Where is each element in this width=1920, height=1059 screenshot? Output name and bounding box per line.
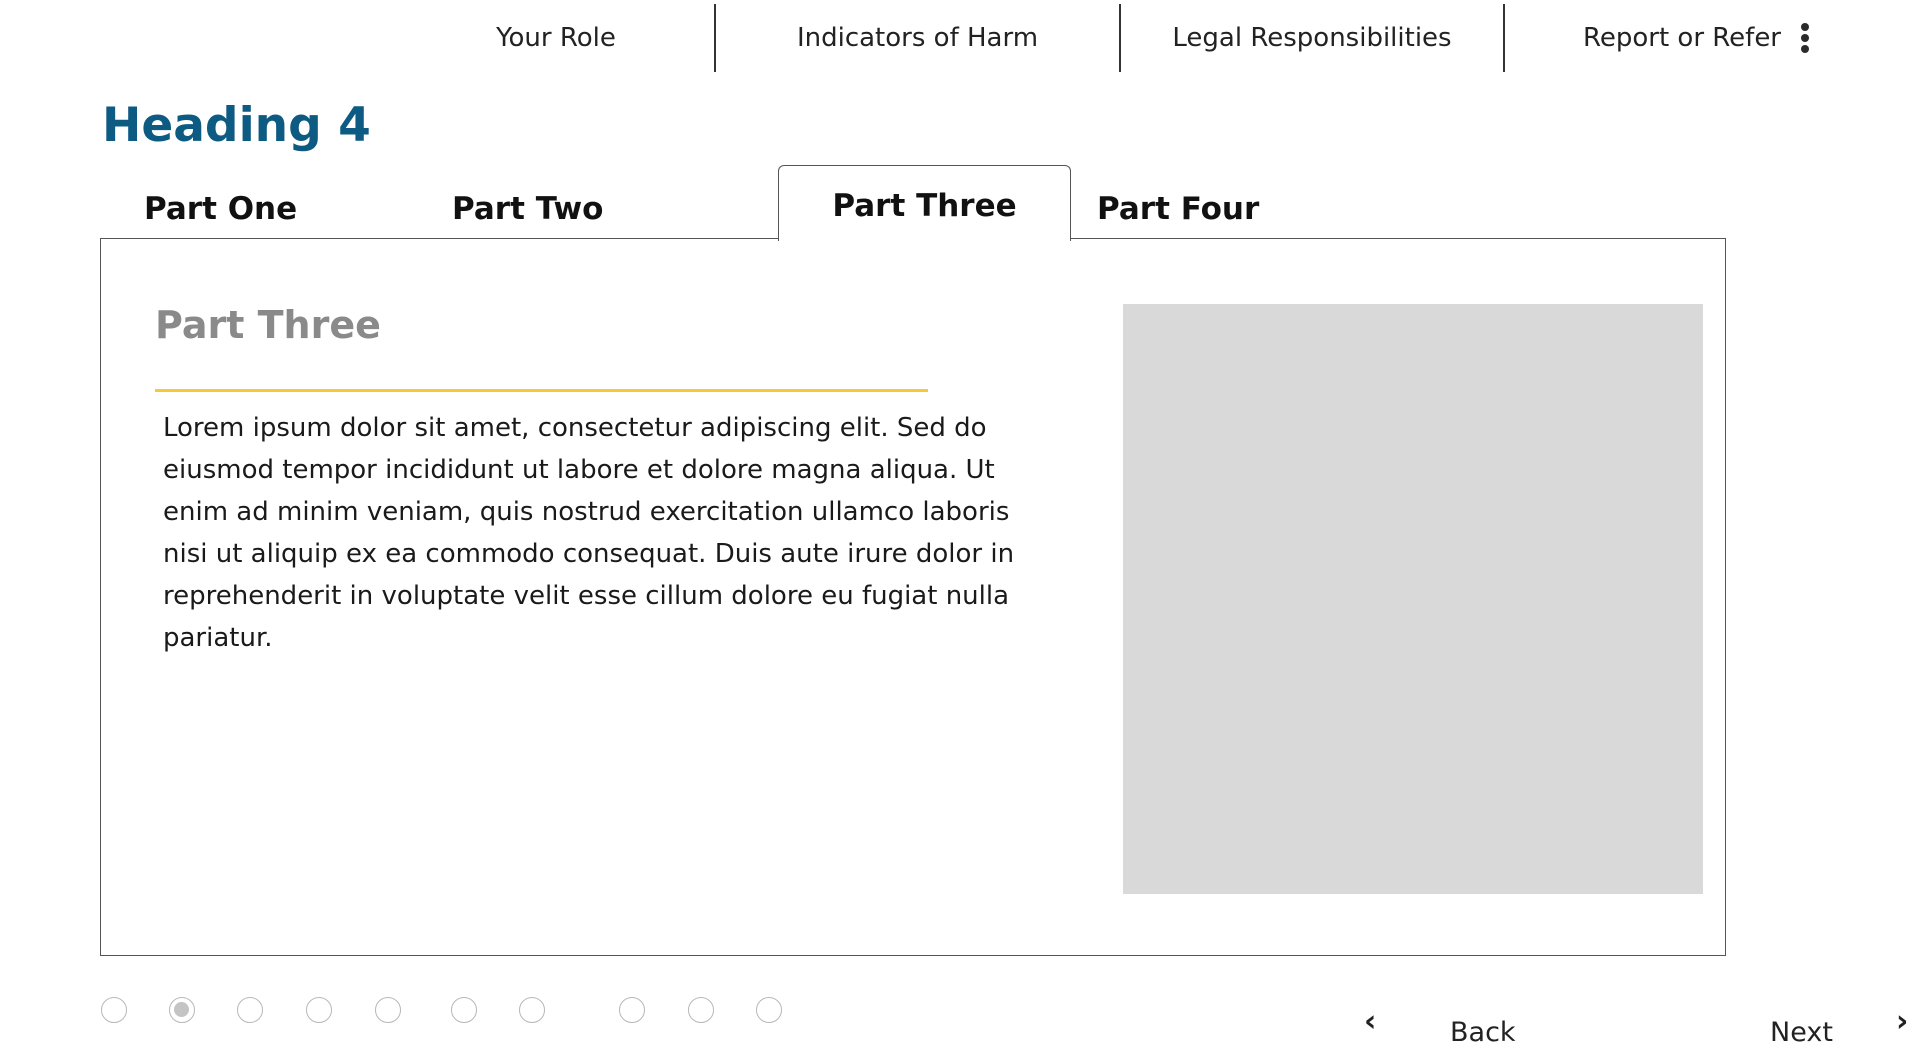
kebab-dot — [1801, 44, 1809, 53]
tab-content-panel: Part Three Lorem ipsum dolor sit amet, c… — [100, 238, 1726, 956]
next-button[interactable]: Next — [1770, 1012, 1833, 1052]
progress-dot-6[interactable] — [451, 997, 477, 1023]
kebab-dot — [1801, 22, 1809, 31]
nav-item-legal-responsibilities[interactable]: Legal Responsibilities — [1121, 4, 1503, 72]
nav-item-indicators-of-harm[interactable]: Indicators of Harm — [716, 4, 1119, 72]
progress-dot-7[interactable] — [519, 997, 545, 1023]
tab-part-one[interactable]: Part One — [144, 191, 297, 227]
page: Your Role Indicators of Harm Legal Respo… — [0, 0, 1920, 1059]
panel-title: Part Three — [155, 303, 381, 347]
nav-item-your-role[interactable]: Your Role — [398, 4, 714, 72]
chevron-left-icon[interactable]: ‹ — [1364, 1004, 1376, 1039]
panel-body-text: Lorem ipsum dolor sit amet, consectetur … — [163, 413, 1015, 653]
progress-dot-5[interactable] — [375, 997, 401, 1023]
progress-dot-2[interactable] — [169, 997, 195, 1023]
kebab-dot — [1801, 33, 1809, 42]
progress-dot-3[interactable] — [237, 997, 263, 1023]
nav-item-report-or-refer-container: Report or Refer — [1505, 4, 1809, 72]
tab-part-two[interactable]: Part Two — [452, 191, 603, 227]
progress-dot-10[interactable] — [756, 997, 782, 1023]
tab-part-four[interactable]: Part Four — [1097, 191, 1259, 227]
title-accent-underline — [155, 389, 928, 392]
progress-dot-8[interactable] — [619, 997, 645, 1023]
tab-part-three-label: Part Three — [832, 188, 1017, 224]
more-vertical-icon[interactable] — [1801, 22, 1809, 53]
back-button[interactable]: Back — [1450, 1012, 1516, 1052]
top-navigation: Your Role Indicators of Harm Legal Respo… — [398, 0, 1809, 75]
page-heading: Heading 4 — [102, 98, 371, 153]
progress-dot-9[interactable] — [688, 997, 714, 1023]
chevron-right-icon[interactable]: › — [1896, 1004, 1908, 1039]
progress-dot-1[interactable] — [101, 997, 127, 1023]
tab-part-three[interactable]: Part Three — [778, 165, 1071, 241]
image-placeholder — [1123, 304, 1703, 894]
nav-item-report-or-refer[interactable]: Report or Refer — [1583, 23, 1781, 53]
progress-dot-4[interactable] — [306, 997, 332, 1023]
